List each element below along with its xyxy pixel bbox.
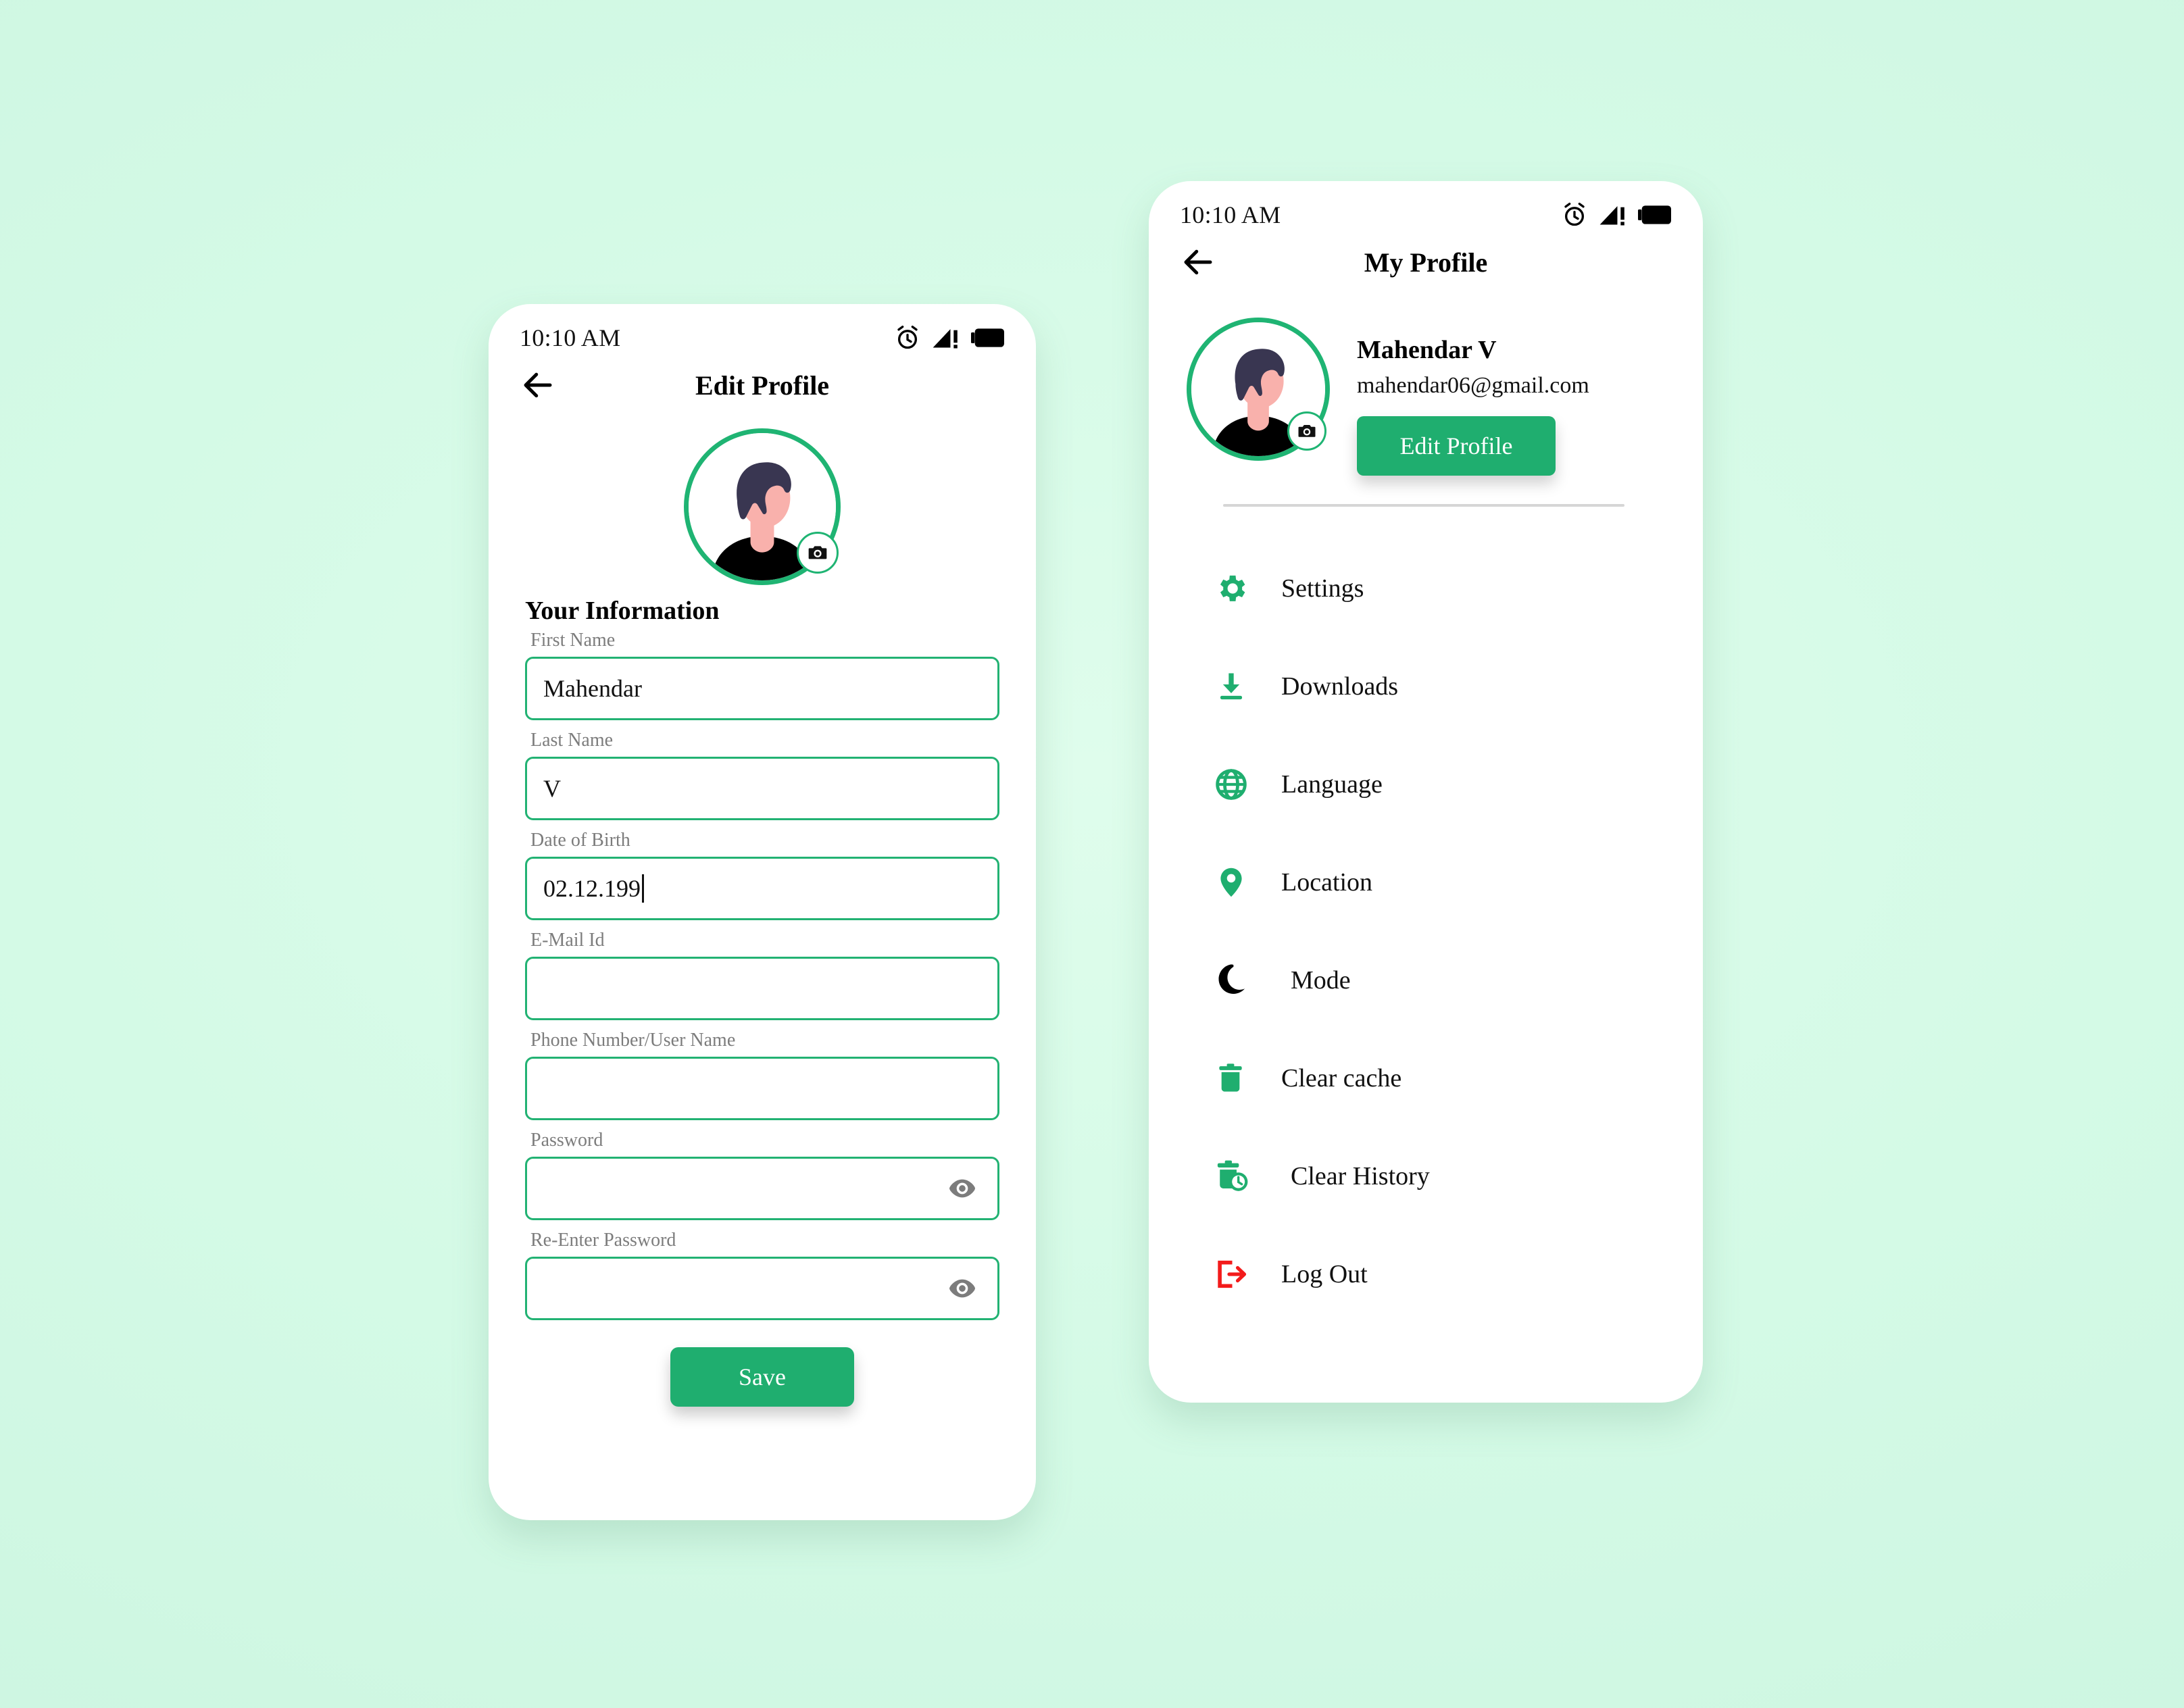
field-last-name: Last Name V [525, 730, 999, 820]
field-date-of-birth: Date of Birth 02.12.199 [525, 830, 999, 920]
edit-profile-button[interactable]: Edit Profile [1357, 416, 1556, 476]
section-title: Your Information [525, 597, 720, 625]
field-label: First Name [530, 630, 616, 651]
camera-icon [1298, 425, 1316, 437]
logout-icon [1214, 1257, 1256, 1292]
text-caret [642, 874, 644, 903]
field-phone-username: Phone Number/User Name [525, 1030, 999, 1120]
menu-item-clear-history[interactable]: Clear History [1149, 1127, 1703, 1225]
change-photo-button[interactable] [797, 532, 839, 574]
app-bar: Edit Profile [489, 354, 1036, 416]
field-label: Re-Enter Password [530, 1230, 676, 1251]
phone-username-input[interactable] [525, 1057, 999, 1120]
menu-item-label: Clear History [1291, 1161, 1430, 1190]
camera-icon [808, 546, 827, 559]
profile-meta: Mahendar V mahendar06@gmail.com Edit Pro… [1357, 311, 1589, 476]
menu-item-label: Language [1281, 770, 1383, 799]
field-value: Mahendar [543, 675, 642, 702]
page-title: Edit Profile [695, 370, 830, 401]
battery-icon [971, 328, 1004, 347]
status-icons [1561, 201, 1672, 228]
avatar[interactable] [1187, 318, 1330, 461]
download-icon [1214, 669, 1256, 704]
status-bar: 10:10 AM [1149, 181, 1703, 231]
toggle-reenter-password-visibility-button[interactable] [947, 1278, 977, 1299]
settings-menu: Settings Downloads Language Location Mod… [1149, 507, 1703, 1323]
status-bar: 10:10 AM [489, 304, 1036, 354]
page-title: My Profile [1364, 247, 1488, 278]
reenter-password-input[interactable] [525, 1257, 999, 1320]
menu-item-label: Location [1281, 868, 1373, 897]
arrow-left-icon[interactable] [520, 367, 556, 403]
arrow-left-icon[interactable] [1180, 244, 1216, 280]
app-bar: My Profile [1149, 231, 1703, 293]
battery-icon [1638, 205, 1671, 224]
alarm-icon [1564, 203, 1585, 226]
trash-icon [1214, 1061, 1256, 1095]
menu-item-downloads[interactable]: Downloads [1149, 637, 1703, 735]
menu-item-language[interactable]: Language [1149, 735, 1703, 833]
field-value: 02.12.199 [543, 875, 641, 902]
field-value: V [543, 775, 561, 802]
field-label: Phone Number/User Name [530, 1030, 736, 1051]
field-first-name: First Name Mahendar [525, 630, 999, 720]
change-photo-button[interactable] [1287, 411, 1326, 451]
profile-email: mahendar06@gmail.com [1357, 373, 1589, 398]
profile-header: Mahendar V mahendar06@gmail.com Edit Pro… [1149, 293, 1703, 476]
signal-warning-icon [933, 329, 958, 349]
field-label: Date of Birth [530, 830, 630, 851]
eye-icon [949, 1179, 975, 1198]
map-pin-icon [1214, 865, 1256, 900]
menu-item-mode[interactable]: Mode [1149, 931, 1703, 1029]
password-input[interactable] [525, 1157, 999, 1220]
field-email: E-Mail Id [525, 930, 999, 1020]
alarm-icon [897, 326, 918, 349]
menu-item-label: Settings [1281, 574, 1364, 603]
field-label: E-Mail Id [530, 930, 605, 951]
status-icons [894, 324, 1005, 351]
edit-profile-phone: 10:10 AM Edit Profile Your Information F… [489, 304, 1036, 1520]
globe-icon [1214, 767, 1256, 802]
gear-icon [1214, 571, 1256, 606]
profile-name: Mahendar V [1357, 336, 1497, 364]
menu-item-clear-cache[interactable]: Clear cache [1149, 1029, 1703, 1127]
menu-item-settings[interactable]: Settings [1149, 539, 1703, 637]
field-label: Password [530, 1130, 603, 1151]
last-name-input[interactable]: V [525, 757, 999, 820]
menu-item-label: Log Out [1281, 1259, 1368, 1288]
eye-icon [949, 1279, 975, 1298]
status-time: 10:10 AM [520, 324, 621, 351]
page-background [0, 0, 2184, 1708]
email-input[interactable] [525, 957, 999, 1020]
menu-item-log-out[interactable]: Log Out [1149, 1225, 1703, 1323]
menu-item-label: Downloads [1281, 672, 1399, 701]
my-profile-phone: 10:10 AM My Profile Mahendar V mahendar0… [1149, 181, 1703, 1403]
moon-icon [1214, 963, 1256, 997]
field-label: Last Name [530, 730, 614, 751]
status-time: 10:10 AM [1180, 201, 1281, 228]
trash-clock-icon [1214, 1158, 1256, 1195]
field-reenter-password: Re-Enter Password [525, 1230, 999, 1320]
signal-warning-icon [1599, 206, 1624, 226]
menu-item-label: Clear cache [1281, 1063, 1402, 1092]
field-password: Password [525, 1130, 999, 1220]
avatar-section [489, 428, 1036, 585]
save-row: Save [525, 1330, 999, 1407]
menu-item-label: Mode [1291, 965, 1351, 995]
save-button[interactable]: Save [670, 1347, 854, 1407]
date-of-birth-input[interactable]: 02.12.199 [525, 857, 999, 920]
menu-item-location[interactable]: Location [1149, 833, 1703, 931]
toggle-password-visibility-button[interactable] [947, 1178, 977, 1199]
avatar[interactable] [684, 428, 841, 585]
your-information-form: First Name Mahendar Last Name V Date of … [489, 630, 1036, 1407]
first-name-input[interactable]: Mahendar [525, 657, 999, 720]
